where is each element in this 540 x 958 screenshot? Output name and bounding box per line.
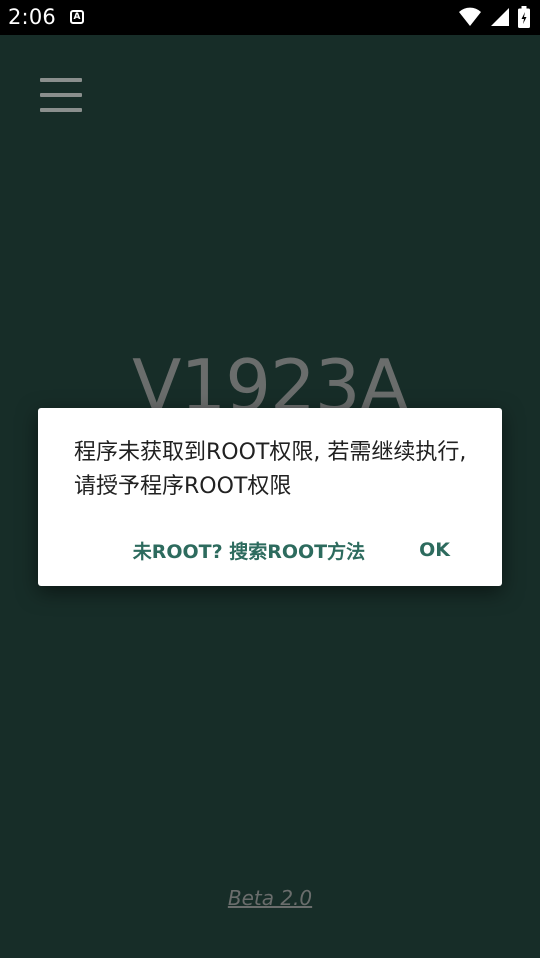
signal-icon: [491, 8, 509, 26]
dialog-message: 程序未获取到ROOT权限, 若需继续执行, 请授予程序ROOT权限: [74, 440, 467, 499]
ok-button[interactable]: OK: [419, 539, 450, 561]
status-time: 2:06: [8, 5, 56, 29]
battery-icon: [518, 6, 530, 28]
version-link[interactable]: Beta 2.0: [0, 886, 540, 910]
root-permission-dialog: 程序未获取到ROOT权限, 若需继续执行, 请授予程序ROOT权限 未ROOT?…: [38, 408, 502, 586]
app-screen: 2:06 A V1923A 程序未获取到ROOT权限, 若需继续执行, 请授予程…: [0, 0, 540, 958]
notification-icon: A: [70, 10, 84, 24]
wifi-icon: [459, 7, 481, 26]
status-icons: [458, 6, 530, 28]
dialog-actions: 未ROOT? 搜索ROOT方法 OK: [133, 530, 502, 570]
search-root-method-button[interactable]: 未ROOT? 搜索ROOT方法: [133, 537, 365, 564]
status-bar: 2:06 A: [0, 0, 540, 35]
